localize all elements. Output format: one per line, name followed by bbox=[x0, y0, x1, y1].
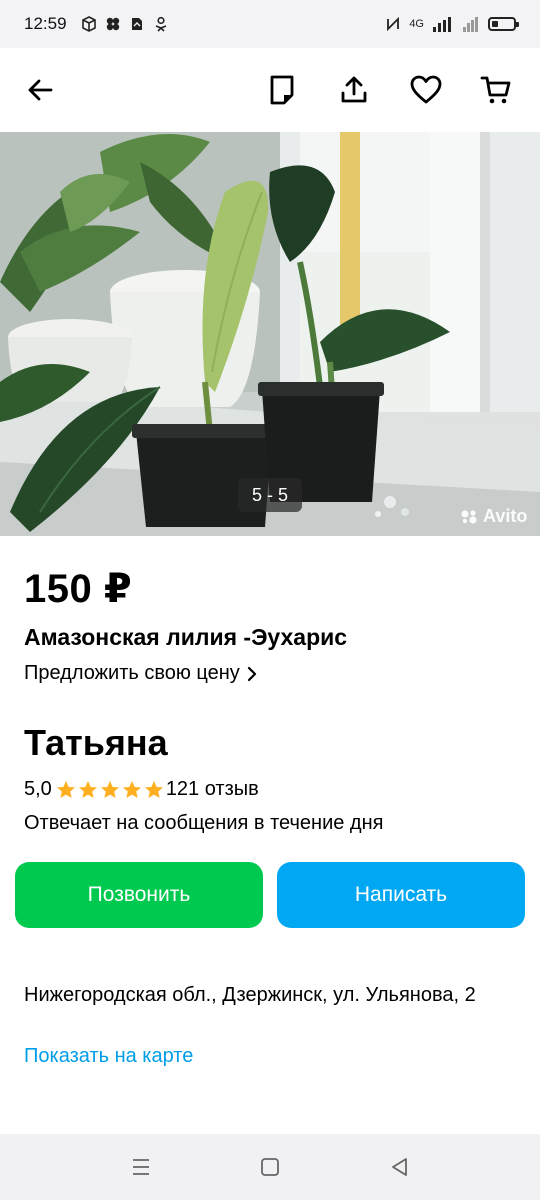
signal-icon bbox=[433, 17, 451, 32]
system-back-button[interactable] bbox=[386, 1154, 414, 1180]
cart-icon bbox=[480, 76, 511, 104]
star-icon bbox=[56, 780, 75, 798]
response-time: Отвечает на сообщения в течение дня bbox=[24, 812, 384, 834]
chevron-right-icon bbox=[247, 666, 256, 681]
offer-price-label: Предложить свою цену bbox=[24, 662, 240, 684]
plant-photo-image bbox=[0, 132, 540, 536]
watermark-text: Avito bbox=[483, 506, 528, 526]
avito-logo-icon bbox=[461, 509, 477, 524]
nfc-icon bbox=[387, 16, 400, 32]
address: Нижегородская обл., Дзержинск, ул. Ульян… bbox=[24, 984, 476, 1006]
photo-counter: 5 - 5 bbox=[238, 478, 302, 512]
system-nav-bar bbox=[0, 1134, 540, 1200]
top-toolbar bbox=[0, 48, 540, 132]
star-icon bbox=[78, 780, 97, 798]
star-icon bbox=[122, 780, 141, 798]
show-on-map-link[interactable]: Показать на карте bbox=[24, 1045, 193, 1068]
back-arrow-icon bbox=[28, 79, 53, 101]
write-button[interactable]: Написать bbox=[277, 862, 525, 928]
star-icon bbox=[144, 780, 163, 798]
back-button[interactable] bbox=[18, 68, 62, 112]
network-type: 4G bbox=[409, 18, 424, 30]
cart-button[interactable] bbox=[474, 68, 518, 112]
offer-price-link[interactable]: Предложить свою цену bbox=[24, 662, 258, 685]
listing-photo[interactable]: 5 - 5 Avito bbox=[0, 132, 540, 536]
seller-rating[interactable]: 5,0 121 отзыв bbox=[24, 778, 259, 801]
reviews-count: 121 отзыв bbox=[165, 778, 259, 800]
share-button[interactable] bbox=[332, 68, 376, 112]
status-bar: 12:59 4G bbox=[0, 0, 540, 48]
rating-value: 5,0 bbox=[24, 778, 52, 800]
notification-icons bbox=[81, 16, 169, 32]
box-icon bbox=[81, 16, 96, 32]
home-square-icon bbox=[261, 1158, 279, 1176]
call-button[interactable]: Позвонить bbox=[15, 862, 263, 928]
favorite-button[interactable] bbox=[404, 68, 448, 112]
rating-stars bbox=[56, 780, 164, 800]
battery-icon bbox=[488, 17, 519, 31]
menu-icon bbox=[133, 1159, 149, 1175]
status-time: 12:59 bbox=[24, 14, 67, 33]
doc-icon bbox=[131, 18, 142, 30]
home-button[interactable] bbox=[256, 1154, 284, 1180]
share-icon bbox=[341, 76, 367, 103]
recent-apps-button[interactable] bbox=[127, 1154, 155, 1180]
flower-icon bbox=[106, 17, 119, 31]
avito-watermark: Avito bbox=[460, 506, 527, 527]
heart-icon bbox=[410, 75, 442, 104]
note-button[interactable] bbox=[260, 68, 304, 112]
listing-title: Амазонская лилия -Эухарис bbox=[24, 624, 348, 650]
star-icon bbox=[100, 780, 119, 798]
price: 150 ₽ bbox=[24, 567, 133, 611]
status-right: 4G bbox=[385, 16, 519, 32]
note-icon bbox=[270, 75, 294, 105]
seller-name[interactable]: Татьяна bbox=[24, 722, 168, 764]
back-triangle-icon bbox=[392, 1158, 407, 1176]
signal-2-icon bbox=[463, 17, 478, 32]
person-icon bbox=[155, 16, 166, 32]
